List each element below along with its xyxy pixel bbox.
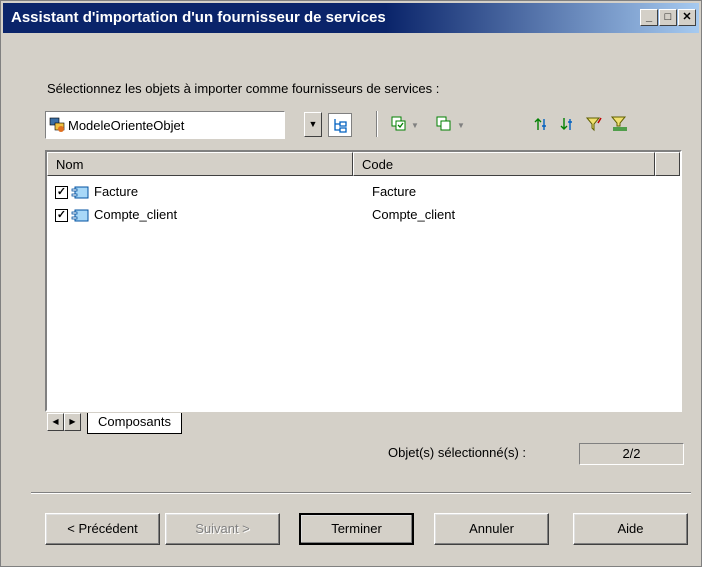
move-up-icon[interactable] (531, 113, 553, 135)
filter-icon[interactable] (583, 113, 605, 135)
cancel-button-label: Annuler (469, 521, 514, 536)
selected-count-label: Objet(s) sélectionné(s) : (388, 445, 526, 460)
tab-scroll-right-icon[interactable]: ▶ (64, 413, 81, 431)
move-down-icon[interactable] (557, 113, 579, 135)
chevron-down-icon[interactable]: ▼ (304, 112, 322, 137)
deselect-all-caret-icon[interactable]: ▼ (457, 121, 465, 130)
column-header-code[interactable]: Code (353, 152, 655, 176)
component-icon (71, 186, 89, 199)
component-icon (71, 209, 89, 222)
minimize-icon[interactable]: _ (640, 9, 658, 26)
previous-button-label: < Précédent (67, 521, 138, 536)
divider (31, 492, 691, 494)
select-all-icon[interactable] (388, 113, 410, 135)
finish-button-label: Terminer (331, 521, 382, 536)
tab-composants[interactable]: Composants (87, 413, 182, 434)
list-item[interactable]: ✓ Compte_client Compte_client (47, 205, 680, 227)
maximize-icon[interactable]: □ (659, 9, 677, 26)
model-selector-value: ModeleOrienteObjet (68, 118, 185, 133)
column-header-name[interactable]: Nom (47, 152, 353, 176)
row-code: Facture (372, 184, 417, 199)
row-checkbox[interactable]: ✓ (55, 209, 68, 222)
model-selector[interactable]: ModeleOrienteObjet (45, 111, 285, 139)
next-button[interactable]: Suivant > (165, 513, 280, 545)
model-icon (49, 117, 65, 132)
deselect-all-icon[interactable] (433, 113, 455, 135)
column-header-filler (655, 152, 680, 176)
tab-scroll-left-icon[interactable]: ◀ (47, 413, 64, 431)
cancel-button[interactable]: Annuler (434, 513, 549, 545)
toolbar-separator (376, 111, 378, 137)
list-item[interactable]: ✓ Facture Facture (47, 182, 680, 204)
row-name: Facture (94, 184, 139, 199)
objects-list[interactable]: Nom Code ✓ Facture Facture ✓ Compte_clie… (45, 150, 682, 412)
selected-count-value: 2/2 (579, 443, 684, 465)
row-code: Compte_client (372, 207, 456, 222)
list-header: Nom Code (47, 152, 680, 176)
hierarchy-icon[interactable] (328, 113, 352, 137)
row-name: Compte_client (94, 207, 178, 222)
help-button[interactable]: Aide (573, 513, 688, 545)
close-icon[interactable]: ✕ (678, 9, 696, 26)
help-button-label: Aide (617, 521, 644, 536)
instruction-label: Sélectionnez les objets à importer comme… (47, 81, 440, 96)
title-bar[interactable]: Assistant d'importation d'un fournisseur… (3, 3, 699, 33)
previous-button[interactable]: < Précédent (45, 513, 160, 545)
next-button-label: Suivant > (195, 521, 250, 536)
row-checkbox[interactable]: ✓ (55, 186, 68, 199)
window-title: Assistant d'importation d'un fournisseur… (11, 9, 386, 26)
finish-button[interactable]: Terminer (299, 513, 414, 545)
select-all-caret-icon[interactable]: ▼ (411, 121, 419, 130)
tab-strip: ◀ ▶ Composants (47, 413, 684, 435)
clear-filter-icon[interactable] (609, 113, 631, 135)
import-service-provider-dialog: Assistant d'importation d'un fournisseur… (0, 0, 702, 567)
